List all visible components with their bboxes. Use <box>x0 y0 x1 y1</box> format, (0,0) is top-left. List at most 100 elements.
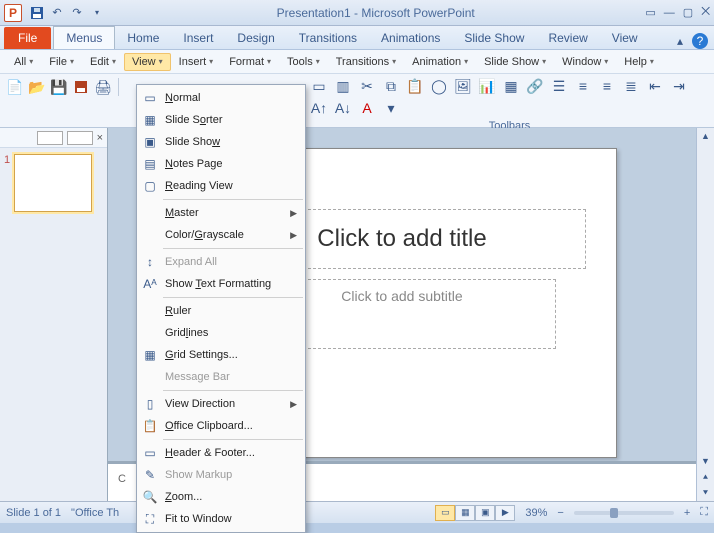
menu-item-slide-sorter[interactable]: ▦Slide Sorter <box>137 109 305 131</box>
indent-inc-icon[interactable]: ⇥ <box>669 76 689 96</box>
menu-item-expand-all: ↕Expand All <box>137 251 305 273</box>
help-icon[interactable]: ? <box>692 33 708 49</box>
grid-settings-icon: ▦ <box>141 347 159 363</box>
menu-file[interactable]: File▾ <box>41 53 82 71</box>
slides-tab-outline-icon[interactable] <box>37 131 63 145</box>
new-icon[interactable]: 📄 <box>6 78 24 96</box>
tab-slide-show[interactable]: Slide Show <box>452 27 536 49</box>
numbering-icon[interactable]: ≡ <box>573 76 593 96</box>
save-as-icon[interactable] <box>72 78 90 96</box>
copy-icon[interactable]: ⧉ <box>381 76 401 96</box>
master-icon <box>141 205 159 221</box>
open-icon[interactable]: 📂 <box>28 78 46 96</box>
ribbon-minimize-icon[interactable]: ▭ <box>645 6 655 19</box>
new-slide-icon[interactable]: ▭ <box>309 76 329 96</box>
print-icon[interactable]: 🖨 <box>94 78 112 96</box>
slide-thumbnail[interactable] <box>14 154 92 212</box>
zoom-out-icon[interactable]: − <box>557 507 563 519</box>
menu-item-header-footer[interactable]: ▭Header & Footer... <box>137 442 305 464</box>
ribbon-collapse-icon[interactable]: ▴ <box>672 33 688 49</box>
tab-home[interactable]: Home <box>115 27 171 49</box>
menu-format[interactable]: Format▾ <box>221 53 279 71</box>
pane-close-icon[interactable]: × <box>97 132 103 144</box>
tab-animations[interactable]: Animations <box>369 27 452 49</box>
menu-help[interactable]: Help▾ <box>616 53 662 71</box>
view-dropdown: ▭Normal▦Slide Sorter▣Slide Show▤Notes Pa… <box>136 84 306 533</box>
menu-item-normal[interactable]: ▭Normal <box>137 87 305 109</box>
menu-all[interactable]: All▾ <box>6 53 41 71</box>
save-icon[interactable] <box>28 4 46 22</box>
menu-item-show-text-formatting[interactable]: AᴬShow Text Formatting <box>137 273 305 295</box>
menu-item-grid-settings[interactable]: ▦Grid Settings... <box>137 344 305 366</box>
qat-more-icon[interactable]: ▾ <box>88 4 106 22</box>
menu-insert[interactable]: Insert▾ <box>171 53 222 71</box>
menu-edit[interactable]: Edit▾ <box>82 53 124 71</box>
font-color-icon[interactable]: A <box>357 98 377 118</box>
vertical-scrollbar[interactable]: ▲ ▼ ⯅ ⯆ <box>696 128 714 501</box>
view-sorter-icon[interactable]: ▦ <box>455 505 475 521</box>
office-clipboard-icon: 📋 <box>141 418 159 434</box>
zoom-slider[interactable] <box>574 511 674 515</box>
chart-icon[interactable]: 📊 <box>477 76 497 96</box>
show-markup-icon: ✎ <box>141 467 159 483</box>
view-reading-icon[interactable]: ▣ <box>475 505 495 521</box>
window-controls: ▭ — ▢ ⨉ <box>645 6 710 19</box>
menu-view[interactable]: View▾ <box>124 53 171 71</box>
menu-item-master[interactable]: Master▶ <box>137 202 305 224</box>
indent-dec-icon[interactable]: ⇤ <box>645 76 665 96</box>
menu-tools[interactable]: Tools▾ <box>279 53 328 71</box>
menu-window[interactable]: Window▾ <box>554 53 616 71</box>
minimize-icon[interactable]: — <box>664 7 675 19</box>
zoom-in-icon[interactable]: + <box>684 507 690 519</box>
tab-review[interactable]: Review <box>536 27 599 49</box>
prev-slide-icon[interactable]: ⯅ <box>697 469 714 485</box>
scroll-up-icon[interactable]: ▲ <box>697 128 714 144</box>
menu-item-notes-page[interactable]: ▤Notes Page <box>137 153 305 175</box>
bullets-icon[interactable]: ☰ <box>549 76 569 96</box>
next-slide-icon[interactable]: ⯆ <box>697 485 714 501</box>
view-show-icon[interactable]: ▶ <box>495 505 515 521</box>
menu-slide-show[interactable]: Slide Show▾ <box>476 53 554 71</box>
tab-menus[interactable]: Menus <box>53 26 115 49</box>
scroll-down-icon[interactable]: ▼ <box>697 453 714 469</box>
paste-icon[interactable]: 📋 <box>405 76 425 96</box>
menu-item-ruler[interactable]: Ruler <box>137 300 305 322</box>
shape-icon[interactable]: ◯ <box>429 76 449 96</box>
redo-icon[interactable]: ↷ <box>68 4 86 22</box>
link-icon[interactable]: 🔗 <box>525 76 545 96</box>
undo-icon[interactable]: ↶ <box>48 4 66 22</box>
tab-insert[interactable]: Insert <box>171 27 225 49</box>
tab-transitions[interactable]: Transitions <box>287 27 369 49</box>
slides-tab-slides-icon[interactable] <box>67 131 93 145</box>
menu-item-label: Message Bar <box>165 371 297 383</box>
close-icon[interactable]: ⨉ <box>701 6 710 19</box>
menu-item-slide-show[interactable]: ▣Slide Show <box>137 131 305 153</box>
align-center-icon[interactable]: ≣ <box>621 76 641 96</box>
cut-icon[interactable]: ✂ <box>357 76 377 96</box>
menu-item-color-grayscale[interactable]: Color/Grayscale▶ <box>137 224 305 246</box>
ribbon-tabs: File Menus Home Insert Design Transition… <box>0 26 714 50</box>
table-icon[interactable]: ▦ <box>501 76 521 96</box>
picture-icon[interactable]: 🖼 <box>453 76 473 96</box>
menu-item-view-direction[interactable]: ▯View Direction▶ <box>137 393 305 415</box>
tab-view[interactable]: View <box>600 27 650 49</box>
fit-window-icon[interactable]: ⛶ <box>700 506 708 519</box>
font-size-dec-icon[interactable]: A↓ <box>333 98 353 118</box>
view-normal-icon[interactable]: ▭ <box>435 505 455 521</box>
align-left-icon[interactable]: ≡ <box>597 76 617 96</box>
menu-item-gridlines[interactable]: Gridlines <box>137 322 305 344</box>
layout-icon[interactable]: ▥ <box>333 76 353 96</box>
save-icon[interactable]: 💾 <box>50 78 68 96</box>
tab-design[interactable]: Design <box>225 27 286 49</box>
menu-item-reading-view[interactable]: ▢Reading View <box>137 175 305 197</box>
menu-item-zoom[interactable]: 🔍Zoom... <box>137 486 305 508</box>
menu-animation[interactable]: Animation▾ <box>404 53 476 71</box>
font-size-inc-icon[interactable]: A↑ <box>309 98 329 118</box>
maximize-icon[interactable]: ▢ <box>683 6 693 19</box>
more-icon[interactable]: ▾ <box>381 98 401 118</box>
file-tab[interactable]: File <box>4 27 51 49</box>
menu-item-office-clipboard[interactable]: 📋 Office Clipboard... <box>137 415 305 437</box>
menu-item-fit-to-window[interactable]: ⛶Fit to Window <box>137 508 305 530</box>
menu-item-label: Office Clipboard... <box>165 420 297 432</box>
menu-transitions[interactable]: Transitions▾ <box>328 53 404 71</box>
